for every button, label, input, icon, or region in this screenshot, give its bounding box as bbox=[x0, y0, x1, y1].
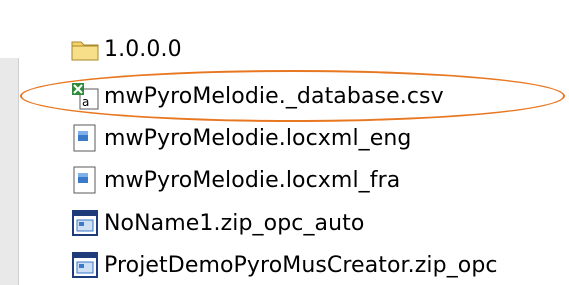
file-row-database-csv[interactable]: a mwPyroMelodie._database.csv bbox=[70, 78, 444, 114]
file-row-locxml-fra[interactable]: mwPyroMelodie.locxml_fra bbox=[70, 162, 400, 198]
explorer-left-panel-edge bbox=[0, 58, 19, 285]
document-icon bbox=[73, 166, 96, 194]
file-row-folder-1000[interactable]: 1.0.0.0 bbox=[70, 31, 182, 67]
file-row-projet-demo-zip[interactable]: ProjetDemoPyroMusCreator.zip_opc bbox=[70, 247, 498, 283]
svg-text:a: a bbox=[82, 95, 89, 109]
file-name: NoName1.zip_opc_auto bbox=[104, 210, 365, 236]
file-name: ProjetDemoPyroMusCreator.zip_opc bbox=[104, 252, 498, 278]
file-name: mwPyroMelodie._database.csv bbox=[104, 83, 444, 109]
file-row-noname-zip[interactable]: NoName1.zip_opc_auto bbox=[70, 205, 364, 241]
file-name: mwPyroMelodie.locxml_eng bbox=[104, 125, 412, 151]
excel-csv-icon: a bbox=[72, 83, 99, 110]
file-row-locxml-eng[interactable]: mwPyroMelodie.locxml_eng bbox=[70, 120, 412, 156]
file-name: 1.0.0.0 bbox=[104, 36, 182, 62]
file-name: mwPyroMelodie.locxml_fra bbox=[104, 167, 401, 193]
document-icon bbox=[73, 124, 96, 152]
folder-icon bbox=[71, 41, 99, 61]
application-icon bbox=[72, 210, 98, 236]
application-icon bbox=[72, 252, 98, 278]
